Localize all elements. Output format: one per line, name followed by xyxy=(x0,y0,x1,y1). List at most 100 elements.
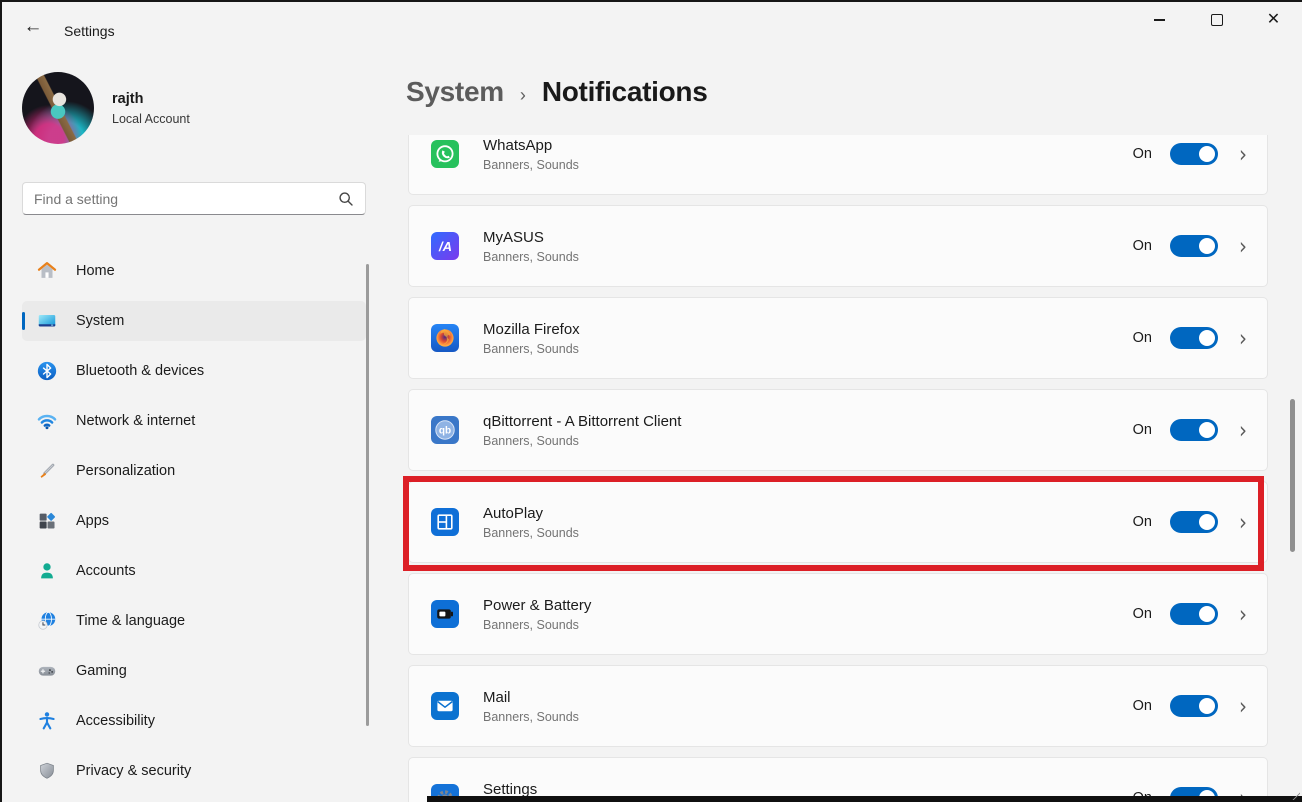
autoplay-icon xyxy=(431,508,459,536)
minimize-button[interactable] xyxy=(1131,0,1188,40)
sidebar-item-label: Accounts xyxy=(76,563,136,579)
main-scrollbar[interactable] xyxy=(1290,399,1295,552)
notification-toggle[interactable] xyxy=(1170,419,1218,441)
app-name: WhatsApp xyxy=(483,137,1133,154)
notification-toggle[interactable] xyxy=(1170,511,1218,533)
toggle-state-label: On xyxy=(1133,422,1152,438)
toggle-knob xyxy=(1199,330,1215,346)
app-notification-types: Banners, Sounds xyxy=(483,434,1133,448)
sidebar-item-network-internet[interactable]: Network & internet xyxy=(22,401,366,441)
app-notification-types: Banners, Sounds xyxy=(483,526,1133,540)
app-name: MyASUS xyxy=(483,229,1133,246)
sidebar-item-label: Privacy & security xyxy=(76,763,191,779)
back-button[interactable]: ← xyxy=(16,14,50,40)
sidebar-item-label: Personalization xyxy=(76,463,175,479)
toggle-state-label: On xyxy=(1133,330,1152,346)
user-name: rajth xyxy=(112,91,190,107)
search-input[interactable] xyxy=(23,191,338,207)
app-notification-types: Banners, Sounds xyxy=(483,710,1133,724)
app-name: Power & Battery xyxy=(483,597,1133,614)
sidebar-item-accessibility[interactable]: Accessibility xyxy=(22,701,366,741)
app-notification-types: Banners, Sounds xyxy=(483,250,1133,264)
chevron-right-icon: › xyxy=(1239,327,1247,350)
app-row-whatsapp[interactable]: WhatsApp Banners, Sounds On › xyxy=(408,135,1268,195)
app-notification-types: Banners, Sounds xyxy=(483,342,1133,356)
time-language-icon xyxy=(36,610,58,632)
notification-toggle[interactable] xyxy=(1170,327,1218,349)
personalization-icon xyxy=(36,460,58,482)
app-row-mail[interactable]: Mail Banners, Sounds On › xyxy=(408,665,1268,747)
sidebar-item-bluetooth-devices[interactable]: Bluetooth & devices xyxy=(22,351,366,391)
sidebar-item-home[interactable]: Home xyxy=(22,251,366,291)
app-notification-types: Banners, Sounds xyxy=(483,158,1133,172)
search-box[interactable] xyxy=(22,182,366,215)
system-icon xyxy=(36,310,58,332)
sidebar-item-privacy-security[interactable]: Privacy & security xyxy=(22,751,366,791)
sidebar-item-label: Time & language xyxy=(76,613,185,629)
chevron-right-icon: › xyxy=(1239,419,1247,442)
sidebar-item-label: Apps xyxy=(76,513,109,529)
sidebar-item-label: Network & internet xyxy=(76,413,195,429)
sidebar-item-label: Accessibility xyxy=(76,713,155,729)
svg-text:/A: /A xyxy=(438,239,452,254)
maximize-icon xyxy=(1211,14,1223,26)
notification-toggle[interactable] xyxy=(1170,603,1218,625)
apps-icon xyxy=(36,510,58,532)
toggle-state-label: On xyxy=(1133,606,1152,622)
mail-icon xyxy=(431,692,459,720)
toggle-knob xyxy=(1199,698,1215,714)
sidebar-item-personalization[interactable]: Personalization xyxy=(22,451,366,491)
breadcrumb-separator-icon: › xyxy=(520,85,526,106)
close-button[interactable]: ✕ xyxy=(1245,0,1302,40)
sidebar-scrollbar[interactable] xyxy=(366,264,369,726)
bluetooth-icon xyxy=(36,360,58,382)
notification-toggle[interactable] xyxy=(1170,695,1218,717)
gaming-icon xyxy=(36,660,58,682)
network-icon xyxy=(36,410,58,432)
sidebar-item-system[interactable]: System xyxy=(22,301,366,341)
notification-toggle[interactable] xyxy=(1170,143,1218,165)
maximize-button[interactable] xyxy=(1188,0,1245,40)
app-name: qBittorrent - A Bittorrent Client xyxy=(483,413,1133,430)
sidebar-nav: Home System Bluetooth & devices Network … xyxy=(22,251,366,801)
app-row-power-battery[interactable]: Power & Battery Banners, Sounds On › xyxy=(408,573,1268,655)
notifications-app-list: WhatsApp Banners, Sounds On › /A MyASUS … xyxy=(404,135,1302,802)
sidebar-item-label: Bluetooth & devices xyxy=(76,363,204,379)
svg-text:qb: qb xyxy=(439,426,451,437)
window-title: Settings xyxy=(64,23,115,39)
app-name: Mozilla Firefox xyxy=(483,321,1133,338)
chevron-right-icon: › xyxy=(1239,143,1247,166)
sidebar-item-apps[interactable]: Apps xyxy=(22,501,366,541)
toggle-state-label: On xyxy=(1133,514,1152,530)
app-row-qbittorrent-a-bittorrent-client[interactable]: qb qBittorrent - A Bittorrent Client Ban… xyxy=(408,389,1268,471)
window-controls: ✕ xyxy=(1131,0,1302,40)
sidebar-item-time-language[interactable]: Time & language xyxy=(22,601,366,641)
app-row-myasus[interactable]: /A MyASUS Banners, Sounds On › xyxy=(408,205,1268,287)
bottom-edge-bar xyxy=(427,796,1302,802)
accounts-icon xyxy=(36,560,58,582)
toggle-state-label: On xyxy=(1133,238,1152,254)
user-account-block: rajth Local Account xyxy=(22,72,190,144)
sidebar-item-gaming[interactable]: Gaming xyxy=(22,651,366,691)
chevron-right-icon: › xyxy=(1239,695,1247,718)
toggle-state-label: On xyxy=(1133,146,1152,162)
qbittorrent-icon: qb xyxy=(431,416,459,444)
whatsapp-icon xyxy=(431,140,459,168)
privacy-icon xyxy=(36,760,58,782)
sidebar-item-accounts[interactable]: Accounts xyxy=(22,551,366,591)
chevron-right-icon: › xyxy=(1239,235,1247,258)
notification-toggle[interactable] xyxy=(1170,235,1218,257)
accessibility-icon xyxy=(36,710,58,732)
close-icon: ✕ xyxy=(1267,12,1280,28)
app-name: Mail xyxy=(483,689,1133,706)
avatar xyxy=(22,72,94,144)
app-notification-types: Banners, Sounds xyxy=(483,618,1133,632)
breadcrumb: System › Notifications xyxy=(406,76,708,108)
firefox-icon xyxy=(431,324,459,352)
toggle-knob xyxy=(1199,238,1215,254)
app-name: AutoPlay xyxy=(483,505,1133,522)
app-row-mozilla-firefox[interactable]: Mozilla Firefox Banners, Sounds On › xyxy=(408,297,1268,379)
app-row-autoplay[interactable]: AutoPlay Banners, Sounds On › xyxy=(408,481,1268,563)
breadcrumb-system[interactable]: System xyxy=(406,76,504,108)
resize-grip[interactable] xyxy=(1290,790,1300,800)
